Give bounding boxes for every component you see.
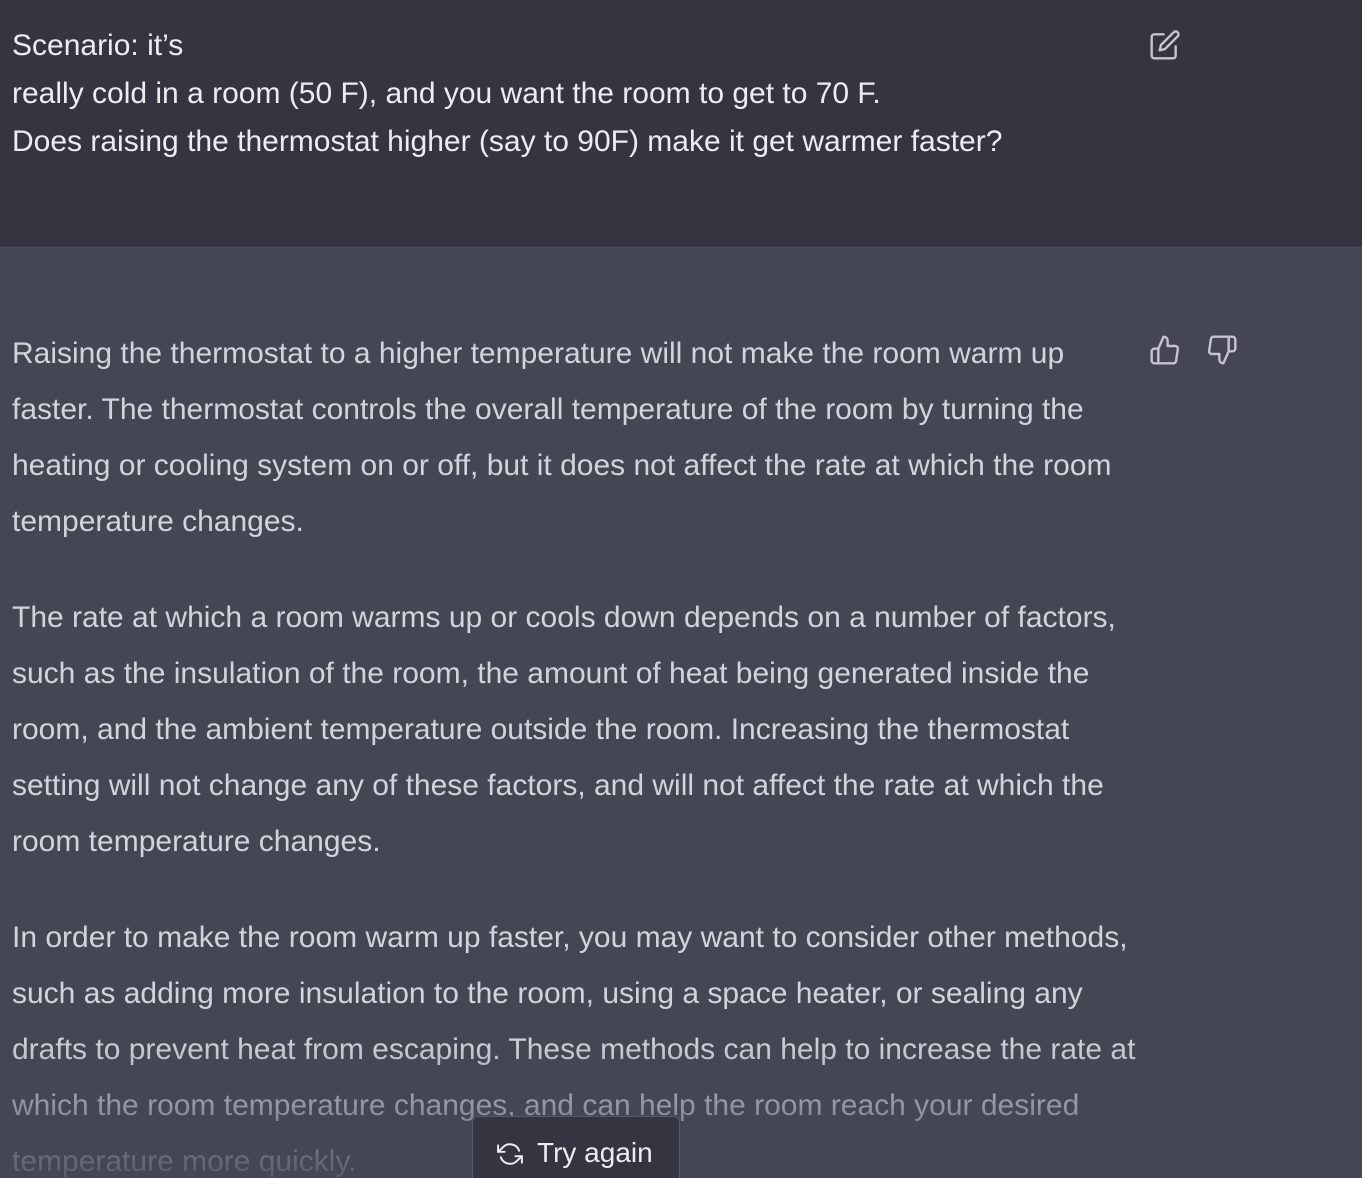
user-message-line: really cold in a room (50 F), and you wa… xyxy=(12,77,881,110)
user-message: Scenario: it’s really cold in a room (50… xyxy=(0,0,1362,246)
user-message-line: Scenario: it’s xyxy=(12,29,184,62)
thumbs-down-button[interactable] xyxy=(1205,333,1239,367)
refresh-icon xyxy=(497,1143,523,1165)
chat-page: Scenario: it’s really cold in a room (50… xyxy=(0,0,1362,1178)
thumbs-down-icon xyxy=(1207,335,1237,365)
thumbs-up-icon xyxy=(1150,335,1180,365)
edit-message-button[interactable] xyxy=(1148,28,1182,62)
assistant-message-text: Raising the thermostat to a higher tempe… xyxy=(12,326,1142,1178)
assistant-paragraph: The rate at which a room warms up or coo… xyxy=(12,601,1116,858)
user-message-line: Does raising the thermostat higher (say … xyxy=(12,125,1003,158)
try-again-label: Try again xyxy=(537,1137,653,1168)
try-again-button[interactable]: Try again xyxy=(472,1116,680,1178)
assistant-message: Raising the thermostat to a higher tempe… xyxy=(0,246,1362,1178)
thumbs-up-button[interactable] xyxy=(1148,333,1182,367)
user-message-text: Scenario: it’s really cold in a room (50… xyxy=(12,22,1132,166)
assistant-paragraph: Raising the thermostat to a higher tempe… xyxy=(12,337,1112,538)
edit-icon xyxy=(1150,30,1180,60)
